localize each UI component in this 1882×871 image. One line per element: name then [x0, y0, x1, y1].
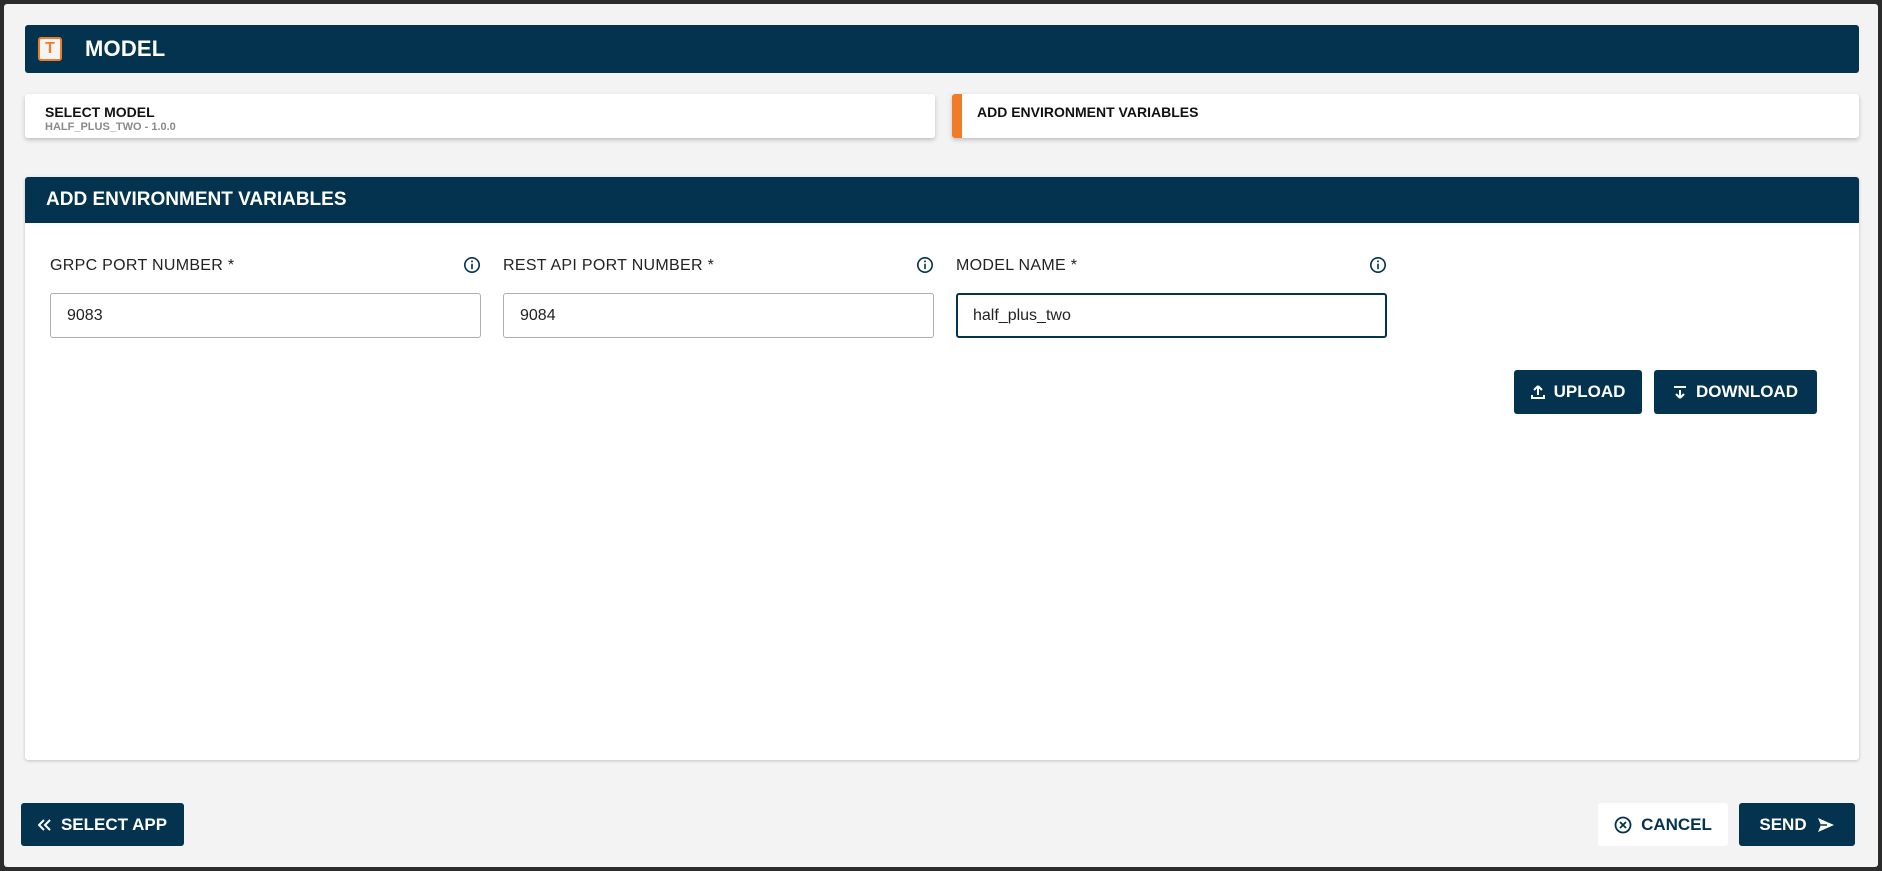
send-label: SEND — [1759, 814, 1807, 834]
model-name-input[interactable] — [956, 293, 1387, 338]
download-label: DOWNLOAD — [1696, 382, 1798, 401]
info-icon[interactable] — [463, 256, 481, 274]
upload-icon — [1530, 385, 1545, 399]
select-app-label: SELECT APP — [60, 814, 168, 834]
upload-button[interactable]: UPLOAD — [1514, 370, 1642, 414]
step-title: SELECT MODEL — [45, 104, 155, 120]
step-title: ADD ENVIRONMENT VARIABLES — [977, 104, 1199, 120]
step-add-environment-variables[interactable]: ADD ENVIRONMENT VARIABLES — [952, 94, 1859, 138]
tensorflow-logo-icon: T — [38, 37, 62, 61]
rest-api-port-input[interactable] — [503, 293, 934, 338]
chevrons-left-icon — [37, 818, 51, 831]
grpc-port-label: GRPC PORT NUMBER * — [50, 257, 235, 274]
dialog-header: T MODEL — [25, 25, 1859, 73]
info-icon[interactable] — [1369, 256, 1387, 274]
info-icon[interactable] — [916, 256, 934, 274]
model-name-label: MODEL NAME * — [956, 257, 1078, 274]
download-button[interactable]: DOWNLOAD — [1654, 370, 1817, 414]
upload-label: UPLOAD — [1553, 382, 1626, 401]
cancel-button[interactable]: CANCEL — [1598, 803, 1728, 846]
close-circle-icon — [1614, 816, 1632, 833]
grpc-port-input[interactable] — [50, 293, 481, 338]
env-variables-panel: ADD ENVIRONMENT VARIABLES GRPC PORT NUMB… — [25, 177, 1859, 760]
panel-title: ADD ENVIRONMENT VARIABLES — [25, 177, 1859, 223]
step-subtitle: HALF_PLUS_TWO - 1.0.0 — [45, 121, 176, 133]
active-step-indicator — [952, 94, 962, 138]
select-app-button[interactable]: SELECT APP — [21, 803, 184, 846]
dialog-title: MODEL — [85, 36, 166, 61]
cancel-label: CANCEL — [1641, 814, 1712, 834]
send-button[interactable]: SEND — [1739, 803, 1855, 846]
model-dialog: T MODEL SELECT MODEL HALF_PLUS_TWO - 1.0… — [4, 4, 1878, 867]
rest-api-port-label: REST API PORT NUMBER * — [503, 257, 715, 274]
step-select-model[interactable]: SELECT MODEL HALF_PLUS_TWO - 1.0.0 — [25, 94, 935, 138]
download-icon — [1674, 386, 1686, 399]
send-icon — [1817, 817, 1834, 832]
